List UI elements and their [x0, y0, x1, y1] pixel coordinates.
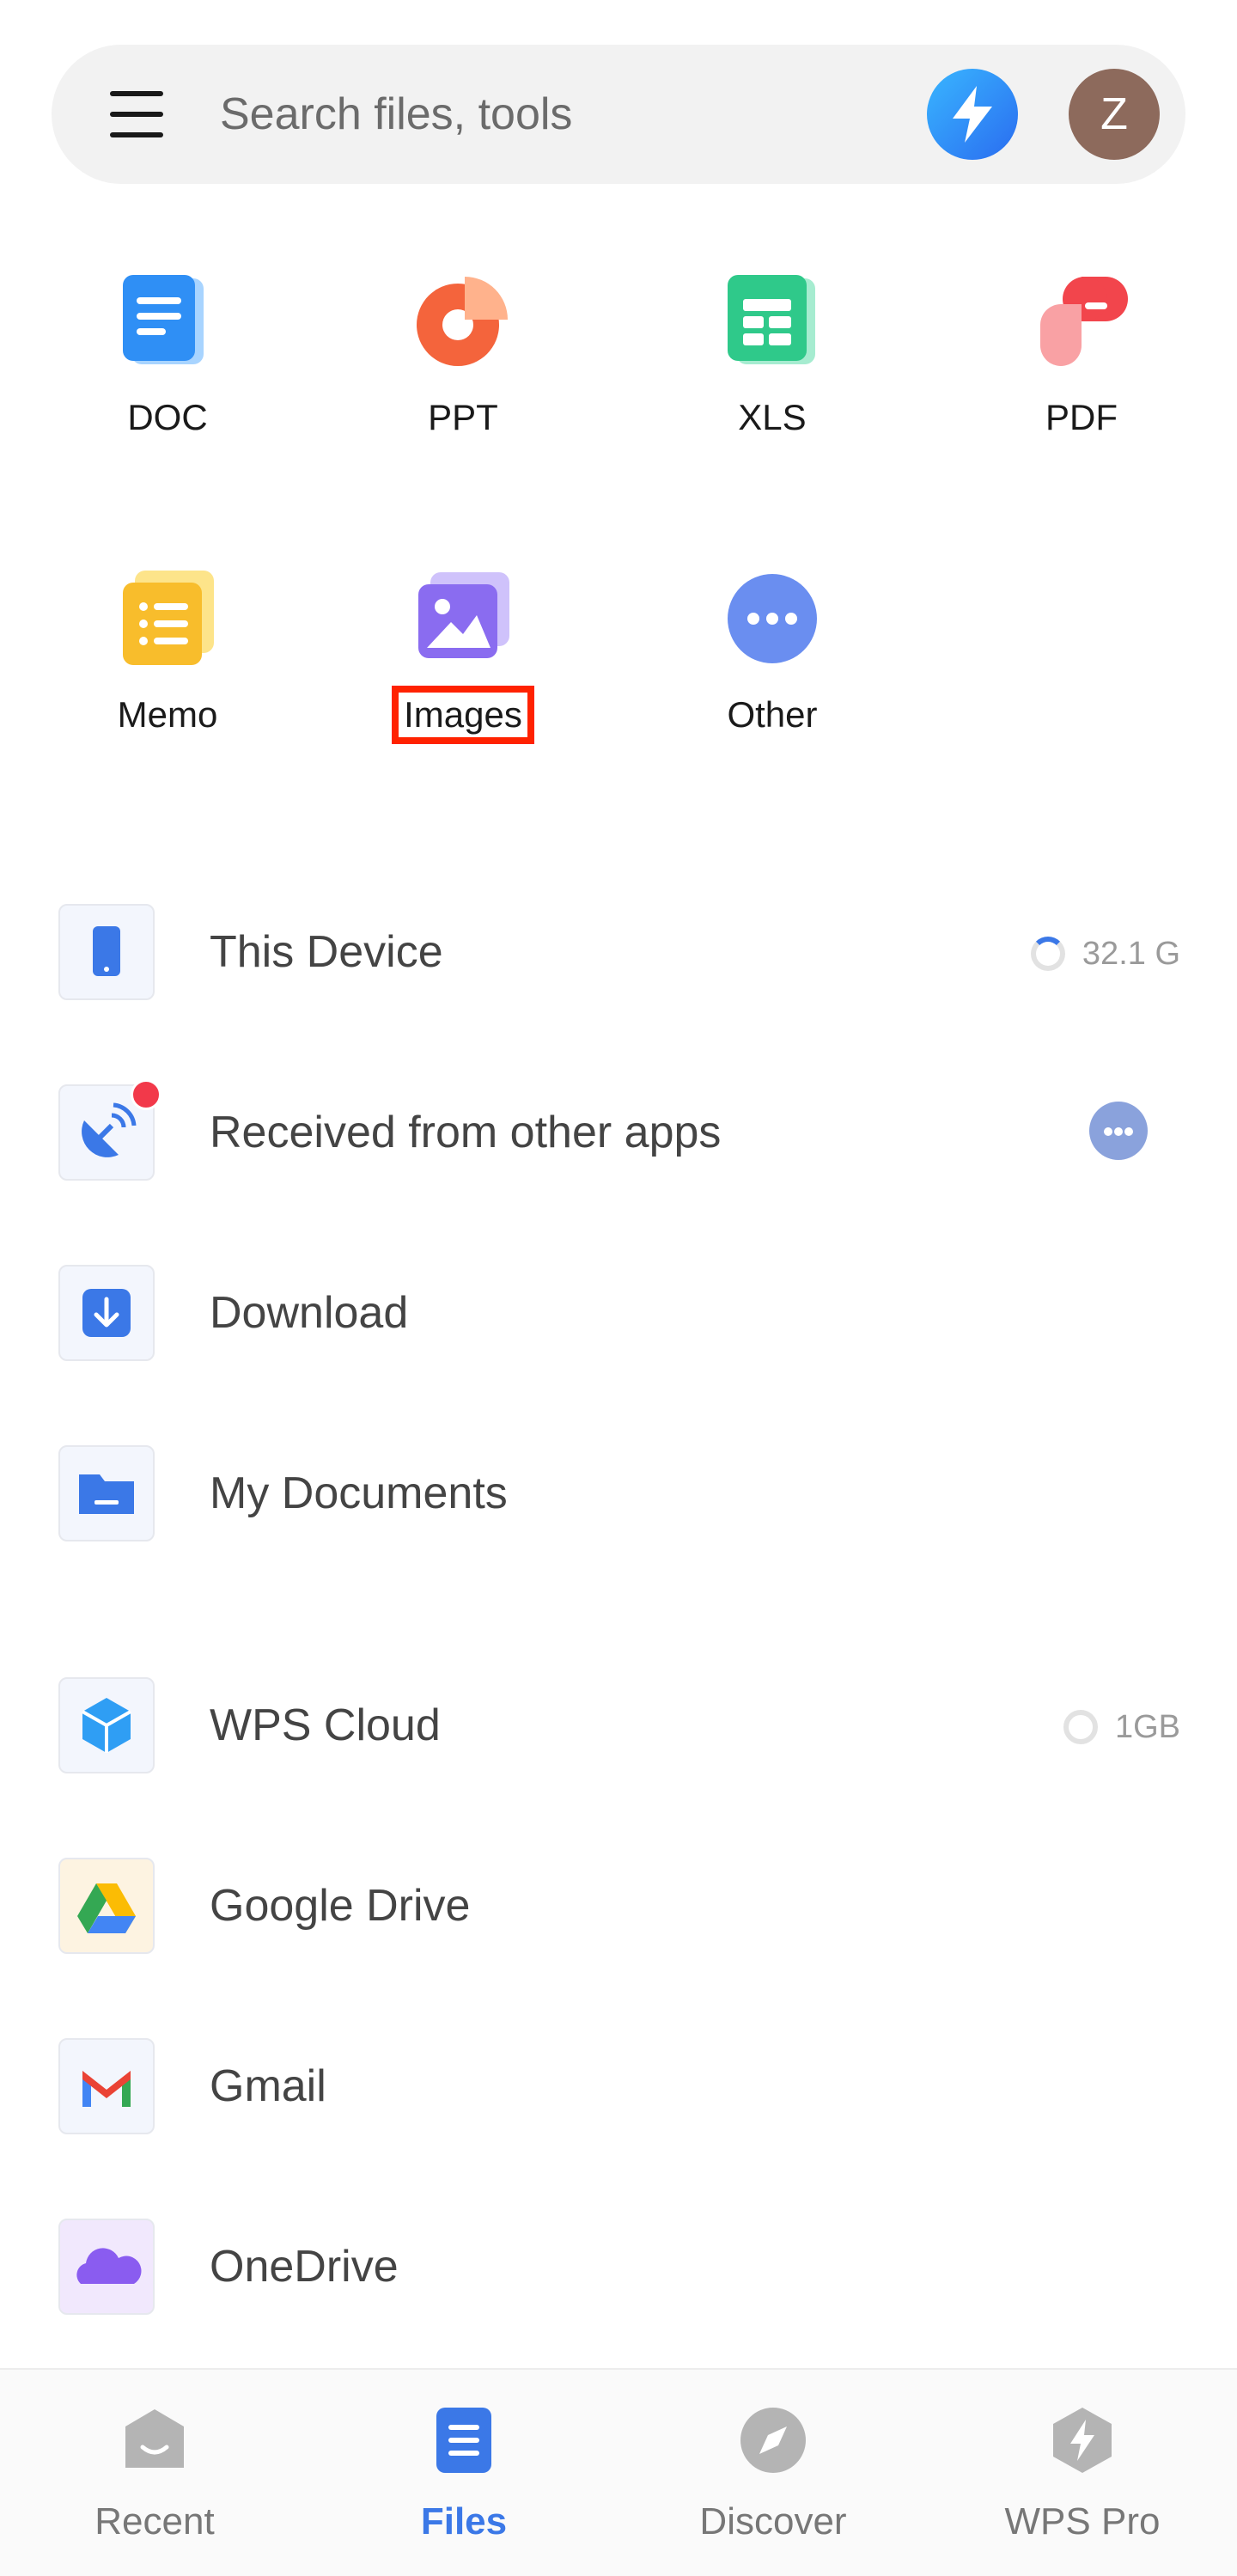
list-item-gmail[interactable]: Gmail [0, 2038, 1237, 2167]
search-bar[interactable]: Search files, tools Z [52, 45, 1185, 184]
recent-icon [120, 2406, 189, 2475]
pdf-icon [1033, 273, 1130, 369]
list-item-label: Google Drive [210, 1881, 471, 1931]
category-xls[interactable]: XLS [665, 273, 880, 440]
storage-ring-icon [1063, 1710, 1098, 1744]
storage-ring-icon [1030, 937, 1065, 971]
category-doc[interactable]: DOC [60, 273, 275, 440]
category-label: PDF [1045, 397, 1118, 437]
category-label: DOC [127, 397, 208, 437]
tab-wps-pro[interactable]: WPS Pro [954, 2370, 1211, 2576]
memo-icon [119, 571, 216, 667]
category-label: Other [727, 694, 818, 735]
tab-label: Discover [699, 2500, 847, 2542]
wps-pro-icon [1048, 2406, 1117, 2475]
doc-icon [119, 273, 216, 369]
category-label: Memo [117, 694, 218, 735]
list-item-download[interactable]: Download [0, 1265, 1237, 1394]
download-icon [58, 1265, 155, 1361]
storage-size: 1GB [1114, 1709, 1180, 1745]
tab-files[interactable]: Files [335, 2370, 593, 2576]
list-item-label: OneDrive [210, 2242, 399, 2292]
tab-label: Recent [94, 2500, 215, 2542]
tab-recent[interactable]: Recent [26, 2370, 283, 2576]
list-item-label: My Documents [210, 1468, 508, 1518]
storage-size: 32.1 G [1082, 936, 1180, 972]
search-input[interactable]: Search files, tools [220, 88, 572, 141]
gmail-icon [58, 2038, 155, 2134]
list-item-my-documents[interactable]: My Documents [0, 1445, 1237, 1574]
storage-meta: 1GB [1063, 1706, 1180, 1748]
list-item-label: Gmail [210, 2061, 326, 2111]
lightning-icon [953, 86, 992, 143]
list-item-this-device[interactable]: This Device 32.1 G [0, 904, 1237, 1033]
phone-icon [58, 904, 155, 1000]
onedrive-icon [58, 2219, 155, 2315]
notification-dot [131, 1079, 161, 1110]
tab-label: WPS Pro [1004, 2500, 1161, 2542]
lightning-button[interactable] [927, 69, 1018, 160]
list-item-label: Download [210, 1288, 409, 1338]
list-item-label: Received from other apps [210, 1108, 722, 1157]
xls-icon [724, 273, 820, 369]
images-icon [415, 571, 511, 667]
category-images[interactable]: Images [356, 571, 570, 744]
category-other[interactable]: Other [665, 571, 880, 737]
category-label: XLS [738, 397, 807, 437]
list-item-label: WPS Cloud [210, 1700, 441, 1750]
hamburger-menu-icon[interactable] [110, 89, 163, 139]
google-drive-icon [58, 1858, 155, 1954]
tab-label: Files [420, 2500, 508, 2542]
bottom-navigation: Recent Files Discover WPS Pro [0, 2368, 1237, 2576]
category-memo[interactable]: Memo [60, 571, 275, 737]
compass-icon [739, 2406, 807, 2475]
list-item-onedrive[interactable]: OneDrive [0, 2219, 1237, 2347]
list-item-received[interactable]: Received from other apps [0, 1079, 1237, 1213]
more-options-icon[interactable] [1089, 1102, 1148, 1160]
list-item-label: This Device [210, 927, 443, 977]
category-pdf[interactable]: PDF [974, 273, 1189, 440]
list-item-google-drive[interactable]: Google Drive [0, 1858, 1237, 1987]
category-label: PPT [428, 397, 498, 437]
category-label: Images [392, 686, 534, 744]
files-icon [430, 2406, 498, 2475]
wps-cloud-icon [58, 1677, 155, 1773]
avatar[interactable]: Z [1069, 69, 1160, 160]
folder-icon [58, 1445, 155, 1541]
ppt-icon [415, 273, 511, 369]
storage-meta: 32.1 G [1030, 933, 1180, 974]
tab-discover[interactable]: Discover [644, 2370, 902, 2576]
other-icon [724, 571, 820, 667]
list-item-wps-cloud[interactable]: WPS Cloud 1GB [0, 1677, 1237, 1806]
category-ppt[interactable]: PPT [356, 273, 570, 440]
